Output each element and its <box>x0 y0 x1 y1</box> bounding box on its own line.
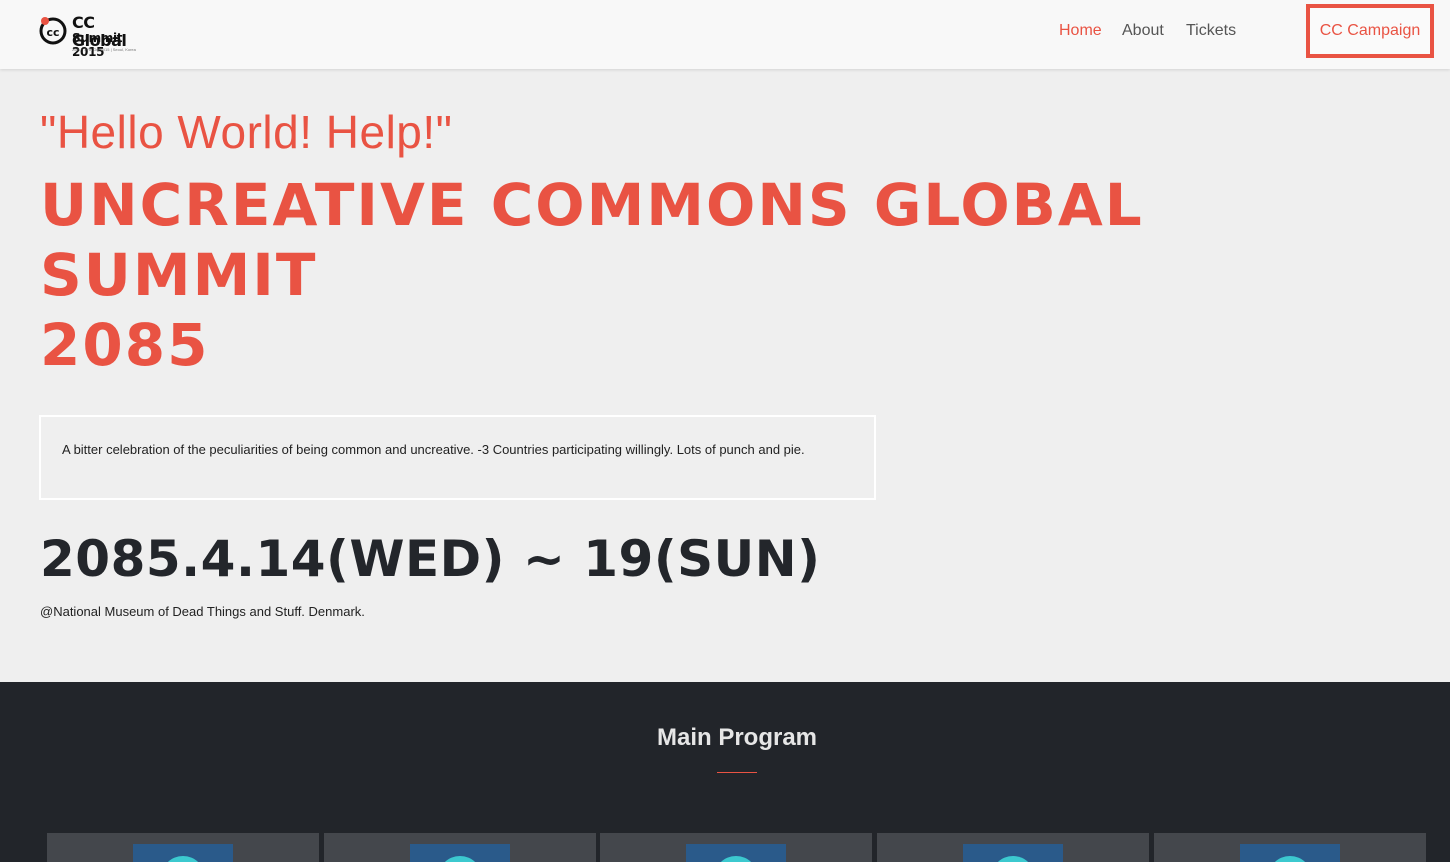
cc-campaign-button[interactable]: CC Campaign <box>1306 4 1434 58</box>
top-navbar: cc CC Global Summit 2015 26th ~ 27th Oct… <box>0 0 1450 69</box>
logo-subtitle: Summit 2015 <box>72 31 123 59</box>
program-card-image <box>686 844 786 862</box>
headline-line-1: UNCREATIVE COMMONS GLOBAL <box>40 171 1144 239</box>
program-title: Main Program <box>656 724 818 751</box>
title-divider <box>717 772 757 773</box>
event-description: A bitter celebration of the peculiaritie… <box>62 442 805 457</box>
cc-global-summit-logo[interactable]: cc CC Global Summit 2015 26th ~ 27th Oct… <box>38 10 148 59</box>
svg-text:cc: cc <box>46 26 59 39</box>
program-card-image <box>963 844 1063 862</box>
program-card[interactable] <box>1154 833 1426 862</box>
description-box: A bitter celebration of the peculiaritie… <box>39 415 876 500</box>
nav-home-link[interactable]: Home <box>1059 20 1102 42</box>
headline-line-2: SUMMIT <box>40 241 318 309</box>
hero-headline: UNCREATIVE COMMONS GLOBAL SUMMIT 2085 <box>40 170 1144 380</box>
nav-about-link[interactable]: About <box>1122 20 1164 42</box>
program-card[interactable] <box>877 833 1149 862</box>
program-cards <box>47 833 1427 862</box>
program-card[interactable] <box>600 833 872 862</box>
event-date: 2085.4.14(WED) ~ 19(SUN) <box>40 530 821 588</box>
logo-caption: 26th ~ 27th Oct 2015 | Seoul, Korea <box>72 47 136 52</box>
cc-logo-icon: cc <box>39 17 67 45</box>
hero-tagline: "Hello World! Help!" <box>40 106 453 158</box>
headline-line-3: 2085 <box>40 311 210 379</box>
program-card[interactable] <box>47 833 319 862</box>
program-card[interactable] <box>324 833 596 862</box>
event-venue: @National Museum of Dead Things and Stuf… <box>40 604 365 619</box>
program-card-image <box>133 844 233 862</box>
nav-tickets-link[interactable]: Tickets <box>1186 20 1236 42</box>
main-program-section: Main Program <box>0 682 1450 862</box>
program-card-image <box>410 844 510 862</box>
program-card-image <box>1240 844 1340 862</box>
